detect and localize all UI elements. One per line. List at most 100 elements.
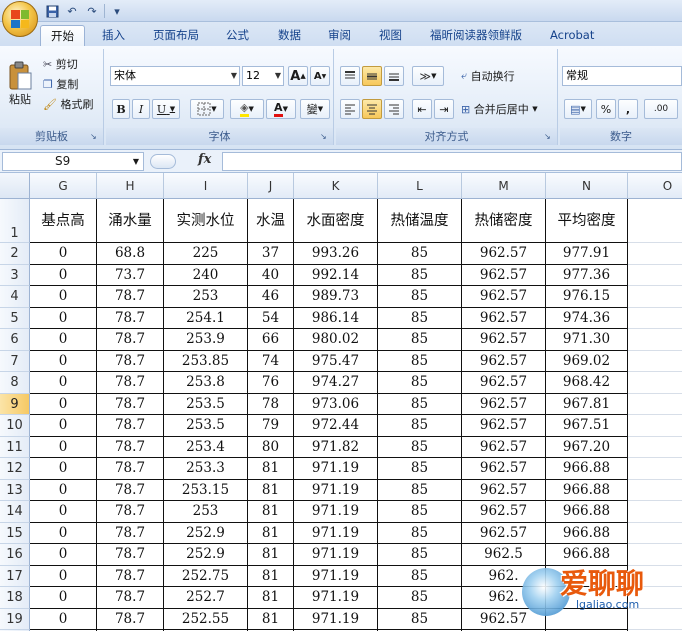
cell-empty[interactable] xyxy=(628,286,682,308)
cell-measured-water-level[interactable]: 253.3 xyxy=(164,458,248,480)
row-header-3[interactable]: 3 xyxy=(0,264,30,286)
cell-average-density[interactable]: 967.81 xyxy=(546,393,628,415)
cell-base-height[interactable]: 0 xyxy=(30,479,97,501)
row-header-5[interactable]: 5 xyxy=(0,307,30,329)
cell-reservoir-density[interactable]: 962.57 xyxy=(462,329,546,351)
column-header-o[interactable]: O xyxy=(628,173,682,199)
column-header-l[interactable]: L xyxy=(378,173,462,199)
cell-reservoir-temp[interactable]: 85 xyxy=(378,393,462,415)
cell-reservoir-temp[interactable]: 85 xyxy=(378,307,462,329)
header-cell-empty[interactable] xyxy=(628,199,682,243)
increase-indent-button[interactable]: ⇥ xyxy=(434,99,454,119)
tab-view[interactable]: 视图 xyxy=(369,25,412,46)
cell-reservoir-temp[interactable]: 85 xyxy=(378,587,462,609)
cell-surface-density[interactable]: 971.19 xyxy=(294,479,378,501)
cell-surface-density[interactable]: 971.19 xyxy=(294,458,378,480)
cell-surface-density[interactable]: 971.19 xyxy=(294,501,378,523)
cell-water-temp[interactable]: 81 xyxy=(248,544,294,566)
cell-reservoir-temp[interactable]: 85 xyxy=(378,544,462,566)
save-icon[interactable] xyxy=(44,3,60,19)
cell-average-density[interactable]: 969.02 xyxy=(546,350,628,372)
copy-button[interactable]: ❐ 复制 xyxy=(42,75,79,93)
cell-reservoir-density[interactable]: 962.57 xyxy=(462,501,546,523)
cell-base-height[interactable]: 0 xyxy=(30,350,97,372)
cell-empty[interactable] xyxy=(628,523,682,544)
cell-measured-water-level[interactable]: 252.9 xyxy=(164,544,248,566)
clipboard-launcher-icon[interactable]: ↘ xyxy=(90,132,100,142)
cell-water-temp[interactable]: 81 xyxy=(248,522,294,544)
cell-water-inflow[interactable]: 78.7 xyxy=(97,415,164,437)
paste-button[interactable]: 粘贴 xyxy=(4,53,36,115)
tab-review[interactable]: 审阅 xyxy=(318,25,361,46)
cell-reservoir-temp[interactable]: 85 xyxy=(378,522,462,544)
cell-reservoir-density[interactable]: 962.57 xyxy=(462,307,546,329)
cell-empty[interactable] xyxy=(628,501,682,523)
bold-button[interactable]: B xyxy=(112,99,130,119)
cell-reservoir-temp[interactable]: 85 xyxy=(378,436,462,458)
header-cell-average-density[interactable]: 平均密度 xyxy=(546,199,628,243)
row-header-12[interactable]: 12 xyxy=(0,458,30,480)
office-button[interactable] xyxy=(2,1,38,37)
row-header-16[interactable]: 16 xyxy=(0,544,30,566)
tab-home[interactable]: 开始 xyxy=(40,25,85,46)
row-header-9[interactable]: 9 xyxy=(0,393,30,415)
accounting-format-button[interactable]: ▤ ▼ xyxy=(564,99,592,119)
cell-reservoir-temp[interactable]: 85 xyxy=(378,350,462,372)
underline-button[interactable]: U ▼ xyxy=(152,99,180,119)
row-header-10[interactable]: 10 xyxy=(0,415,30,437)
cell-empty[interactable] xyxy=(628,351,682,372)
cell-water-inflow[interactable]: 78.7 xyxy=(97,372,164,394)
cell-base-height[interactable]: 0 xyxy=(30,522,97,544)
cell-surface-density[interactable]: 971.82 xyxy=(294,436,378,458)
cell-base-height[interactable]: 0 xyxy=(30,393,97,415)
cell-water-inflow[interactable]: 78.7 xyxy=(97,286,164,308)
row-header-4[interactable]: 4 xyxy=(0,286,30,308)
cell-measured-water-level[interactable]: 253.4 xyxy=(164,436,248,458)
cell-measured-water-level[interactable]: 252.55 xyxy=(164,608,248,630)
font-color-button[interactable]: A ▼ xyxy=(266,99,296,119)
cell-water-temp[interactable]: 37 xyxy=(248,243,294,265)
cell-measured-water-level[interactable]: 240 xyxy=(164,264,248,286)
tab-foxit-reader[interactable]: 福昕阅读器领鲜版 xyxy=(420,25,532,46)
cell-measured-water-level[interactable]: 252.9 xyxy=(164,522,248,544)
cell-water-inflow[interactable]: 78.7 xyxy=(97,501,164,523)
cell-base-height[interactable]: 0 xyxy=(30,243,97,265)
cell-average-density[interactable]: 967.20 xyxy=(546,436,628,458)
row-header-6[interactable]: 6 xyxy=(0,329,30,351)
header-cell-reservoir-temp[interactable]: 热储温度 xyxy=(378,199,462,243)
row-header-15[interactable]: 15 xyxy=(0,522,30,544)
cell-measured-water-level[interactable]: 254.1 xyxy=(164,307,248,329)
merge-center-button[interactable]: ⊞ 合并后居中 ▼ xyxy=(460,99,539,119)
italic-button[interactable]: I xyxy=(132,99,150,119)
cell-reservoir-density[interactable]: 962.57 xyxy=(462,243,546,265)
cell-reservoir-temp[interactable]: 85 xyxy=(378,372,462,394)
cell-base-height[interactable]: 0 xyxy=(30,286,97,308)
cell-water-inflow[interactable]: 78.7 xyxy=(97,608,164,630)
cell-water-temp[interactable]: 40 xyxy=(248,264,294,286)
cell-measured-water-level[interactable]: 225 xyxy=(164,243,248,265)
cell-empty[interactable] xyxy=(628,437,682,458)
cell-water-temp[interactable]: 74 xyxy=(248,350,294,372)
cell-measured-water-level[interactable]: 253 xyxy=(164,286,248,308)
cell-water-inflow[interactable]: 78.7 xyxy=(97,544,164,566)
cell-measured-water-level[interactable]: 252.7 xyxy=(164,587,248,609)
cell-water-inflow[interactable]: 73.7 xyxy=(97,264,164,286)
cell-average-density[interactable]: 976.15 xyxy=(546,286,628,308)
cell-surface-density[interactable]: 974.27 xyxy=(294,372,378,394)
align-center-button[interactable] xyxy=(362,99,382,119)
cell-surface-density[interactable]: 975.47 xyxy=(294,350,378,372)
cell-water-temp[interactable]: 79 xyxy=(248,415,294,437)
wrap-text-button[interactable]: ⤶ 自动换行 xyxy=(460,66,516,86)
tab-acrobat[interactable]: Acrobat xyxy=(540,25,604,46)
expand-formula-bar-handle[interactable] xyxy=(150,154,176,169)
cell-reservoir-temp[interactable]: 85 xyxy=(378,565,462,587)
header-cell-surface-density[interactable]: 水面密度 xyxy=(294,199,378,243)
header-cell-reservoir-density[interactable]: 热储密度 xyxy=(462,199,546,243)
cell-base-height[interactable]: 0 xyxy=(30,415,97,437)
cell-measured-water-level[interactable]: 253.5 xyxy=(164,393,248,415)
font-launcher-icon[interactable]: ↘ xyxy=(320,132,330,142)
cell-water-temp[interactable]: 81 xyxy=(248,458,294,480)
cell-surface-density[interactable]: 971.19 xyxy=(294,587,378,609)
cell-water-temp[interactable]: 66 xyxy=(248,329,294,351)
cell-reservoir-density[interactable]: 962.57 xyxy=(462,436,546,458)
